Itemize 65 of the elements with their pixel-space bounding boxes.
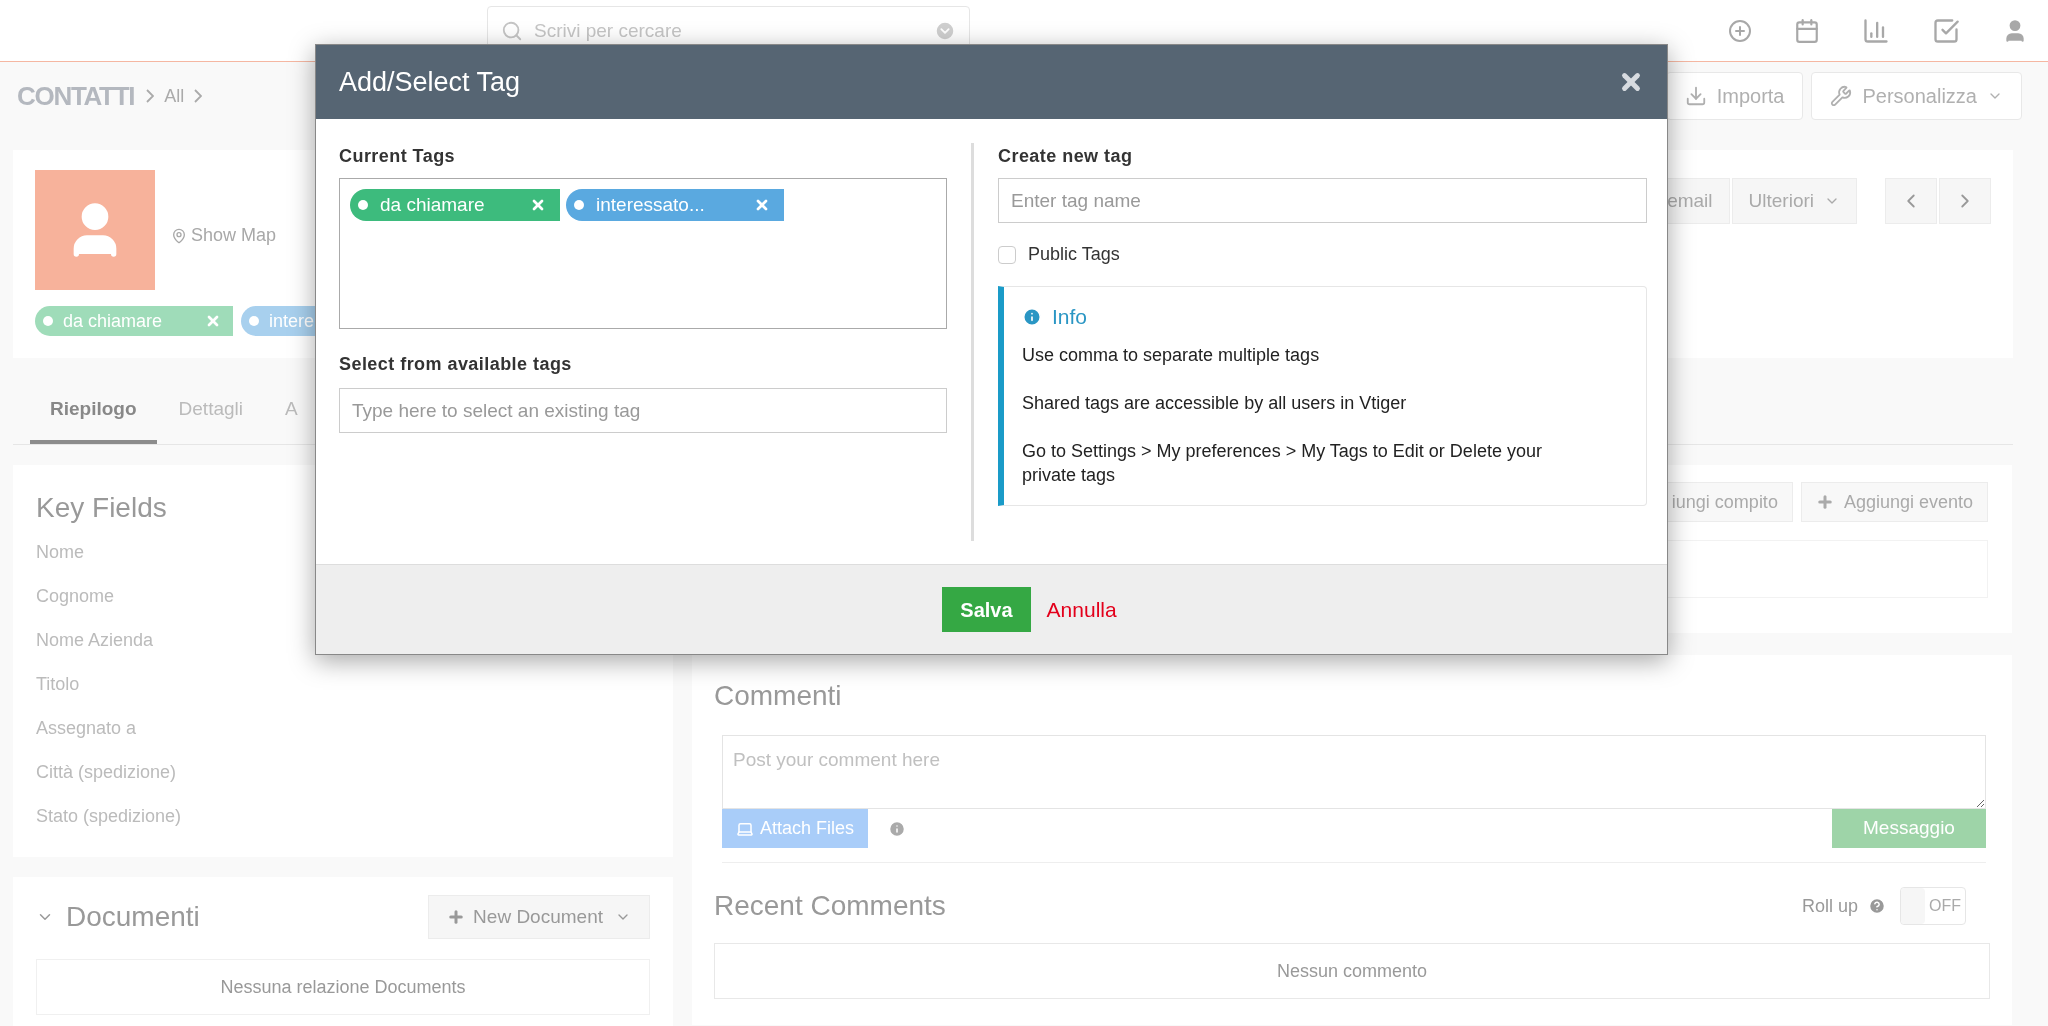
dialog-title: Add/Select Tag [339, 65, 521, 99]
field-label: Titolo [36, 673, 81, 695]
cancel-link[interactable]: Annulla [1046, 593, 1117, 626]
field-label: Cognome [36, 585, 116, 607]
info-text: Use comma to separate multiple tags [1022, 343, 1321, 367]
section-title: Recent Comments [714, 889, 946, 923]
wrench-icon [1830, 85, 1853, 107]
calendar-icon[interactable] [1794, 17, 1820, 44]
breadcrumb-item[interactable]: All [164, 82, 185, 110]
plus-icon [447, 908, 466, 926]
checkbox-label: Public Tags [1028, 243, 1120, 266]
new-document-button[interactable]: New Document [428, 895, 650, 939]
help-icon[interactable] [1868, 897, 1886, 915]
section-title: Commenti [714, 679, 843, 713]
empty-message: Nessuna relazione Documents [36, 959, 650, 1015]
module-title[interactable]: CONTATTI [17, 76, 135, 116]
send-button[interactable]: Messaggio [1832, 809, 1986, 848]
info-title: Info [1052, 304, 1088, 330]
field-label: Select from available tags [339, 353, 573, 376]
field-label: Città (spedizione) [36, 761, 178, 783]
remove-icon[interactable] [754, 197, 770, 213]
remove-icon[interactable] [205, 313, 221, 329]
section-title: Key Fields [36, 491, 168, 525]
search-icon [501, 19, 523, 42]
section-title: Documenti [66, 900, 200, 934]
attach-files-button[interactable]: Attach Files [722, 809, 869, 848]
info-text: Go to Settings > My preferences > My Tags to Edit or Delete your private tags [1022, 439, 1543, 487]
chart-icon[interactable] [1862, 16, 1890, 45]
chevron-right-icon [146, 89, 155, 103]
checkbox-icon[interactable] [1932, 16, 1960, 45]
tag-label: intere [269, 309, 315, 333]
tag-label: da chiamare [63, 309, 163, 333]
add-activity-button[interactable]: Aggiungi evento [1800, 482, 1988, 522]
field-label: Create new tag [998, 145, 1134, 168]
import-button[interactable]: Importa [1665, 72, 1804, 120]
show-map-link[interactable]: Show Map [171, 222, 277, 249]
download-icon [1684, 85, 1707, 107]
field-label: Nome [36, 541, 85, 563]
field-label: Stato (spedizione) [36, 805, 183, 827]
checkbox[interactable] [998, 245, 1016, 264]
tag-label: da chiamare [380, 192, 485, 217]
empty-message: Nessun commento [714, 943, 1990, 999]
tab[interactable]: Riepilogo [30, 379, 157, 444]
field-label: Nome Azienda [36, 629, 155, 651]
tag-label: interessato... [596, 192, 705, 217]
add-icon[interactable] [1728, 18, 1752, 43]
tab[interactable]: A [265, 379, 318, 444]
save-button[interactable]: Salva [942, 587, 1031, 632]
rollup-label: Roll up [1801, 894, 1858, 918]
comment-field[interactable]: Post your comment here [722, 735, 1986, 809]
remove-icon[interactable] [530, 197, 546, 213]
tag-select-field[interactable]: Type here to select an existing tag [339, 388, 947, 433]
map-pin-icon [171, 227, 187, 244]
tab[interactable]: Dettagli [158, 379, 263, 444]
rollup-toggle[interactable]: OFF [1900, 887, 1966, 925]
tag-name-field[interactable]: Enter tag name [998, 178, 1647, 223]
field-label: Assegnato a [36, 717, 138, 739]
info-icon [1022, 306, 1042, 327]
chevron-right-icon [194, 89, 203, 103]
field-label: Current Tags [339, 145, 457, 168]
info-icon[interactable] [888, 819, 907, 838]
plus-icon [1815, 493, 1834, 511]
info-text: Shared tags are accessible by all users in Vtiger [1022, 391, 1408, 415]
more-button[interactable]: Ulteriori [1731, 178, 1857, 224]
customize-button[interactable]: Personalizza [1811, 72, 2022, 120]
